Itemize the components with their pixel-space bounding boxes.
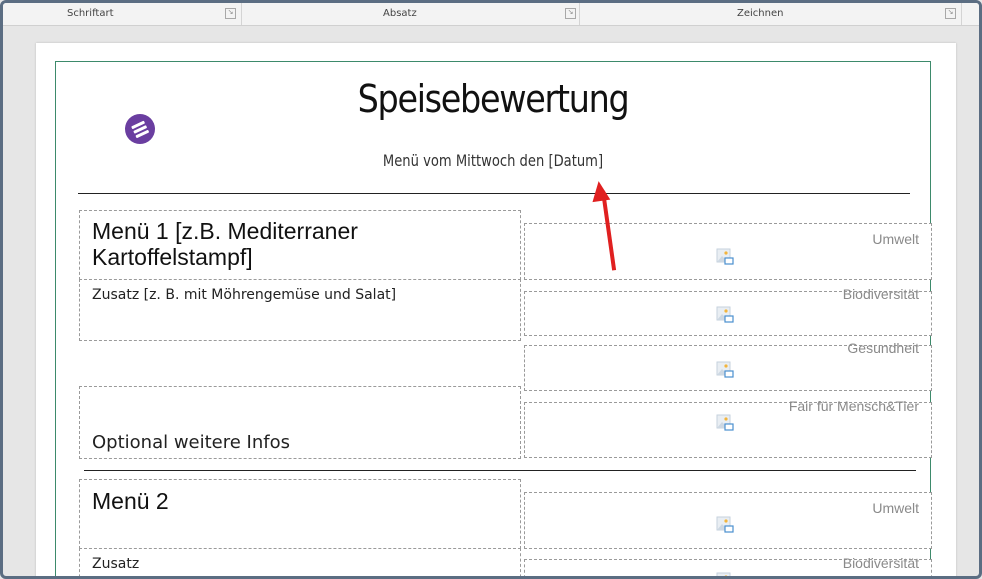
page-title[interactable]: Speisebewertung	[326, 77, 660, 121]
picture-placeholder-icon	[716, 414, 734, 431]
menu1-title-box[interactable]: Menü 1 [z.B. Mediterraner Kartoffelstamp…	[79, 210, 521, 280]
criterion-label: Fair für Mensch&Tier	[788, 398, 919, 414]
menu1-optional-info: Optional weitere Infos	[92, 432, 290, 453]
ribbon-group-bar: Schriftart ↘ Absatz ↘ Zeichnen ↘	[3, 3, 979, 26]
picture-placeholder-icon	[716, 306, 734, 323]
app-window: Schriftart ↘ Absatz ↘ Zeichnen ↘ Speiseb…	[0, 0, 982, 579]
menu1-addon: Zusatz [z. B. mit Möhrengemüse und Salat…	[92, 287, 397, 303]
criterion-box[interactable]: Biodiversität	[524, 286, 932, 336]
criterion-box[interactable]: Gesundheit	[524, 340, 932, 391]
criterion-box[interactable]: Umwelt	[524, 223, 932, 280]
menu1-addon-box[interactable]: Zusatz [z. B. mit Möhrengemüse und Salat…	[79, 279, 521, 341]
ribbon-group-label: Zeichnen	[737, 8, 784, 19]
ribbon-group-font: Schriftart ↘	[3, 3, 242, 25]
annotation-arrow-head	[589, 179, 611, 203]
ribbon-group-label: Absatz	[383, 8, 417, 19]
picture-placeholder-icon	[716, 248, 734, 265]
criterion-label: Gesundheit	[847, 340, 919, 356]
criterion-label: Umwelt	[872, 500, 919, 516]
ribbon-group-label: Schriftart	[67, 8, 114, 19]
criterion-box[interactable]: Umwelt	[524, 492, 932, 549]
divider	[84, 470, 916, 471]
page-subtitle[interactable]: Menü vom Mittwoch den [Datum]	[354, 151, 633, 170]
ribbon-group-drawing: Zeichnen ↘	[579, 3, 962, 25]
menu1-title: Menü 1 [z.B. Mediterraner Kartoffelstamp…	[92, 218, 358, 270]
menu2-addon: Zusatz	[92, 556, 140, 572]
criterion-label: Biodiversität	[842, 555, 919, 571]
dialog-launcher-icon[interactable]: ↘	[225, 8, 236, 19]
picture-placeholder-icon	[716, 516, 734, 533]
criterion-label: Umwelt	[872, 231, 919, 247]
criterion-box[interactable]: Fair für Mensch&Tier	[524, 398, 932, 458]
criterion-label: Biodiversität	[842, 286, 919, 302]
dialog-launcher-icon[interactable]: ↘	[565, 8, 576, 19]
menu2-title: Menü 2	[92, 488, 169, 514]
ribbon-group-paragraph: Absatz ↘	[241, 3, 580, 25]
picture-placeholder-icon	[716, 361, 734, 378]
dialog-launcher-icon[interactable]: ↘	[945, 8, 956, 19]
logo-icon	[125, 114, 155, 144]
criterion-box[interactable]: Biodiversität	[524, 555, 932, 576]
menu2-addon-box[interactable]: Zusatz	[79, 548, 521, 576]
menu1-optional-box[interactable]: Optional weitere Infos	[79, 386, 521, 459]
divider	[78, 193, 910, 194]
menu2-title-box[interactable]: Menü 2	[79, 479, 521, 549]
picture-placeholder-icon	[716, 572, 731, 576]
